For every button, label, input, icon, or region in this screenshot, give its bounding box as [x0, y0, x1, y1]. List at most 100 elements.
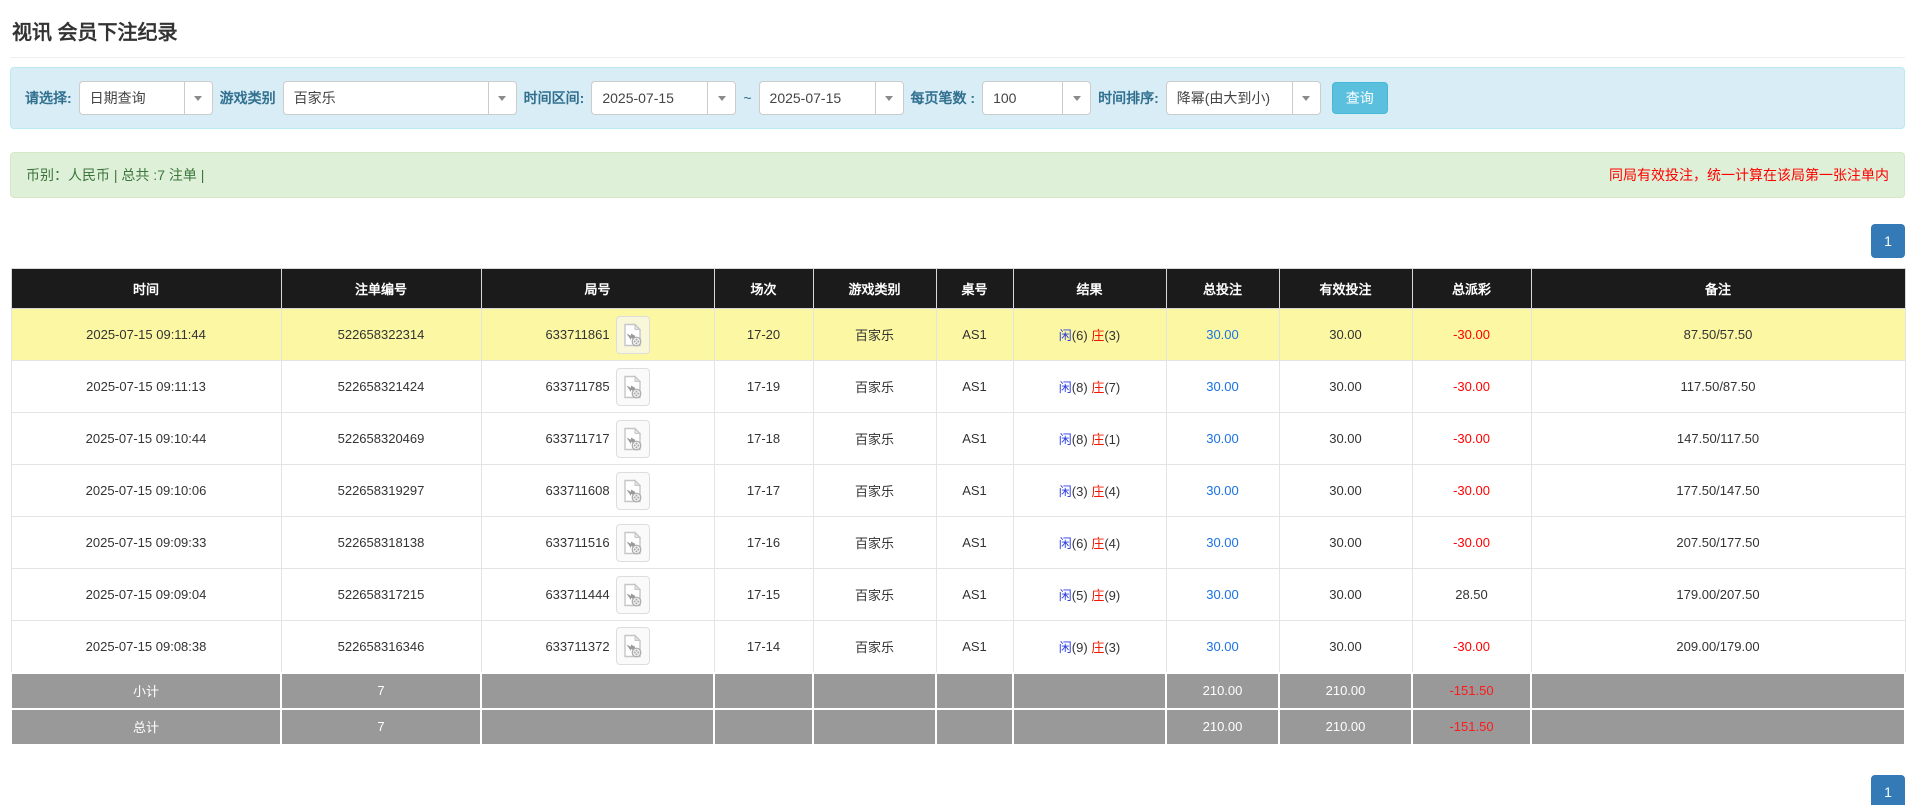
time-sort-input[interactable]	[1165, 81, 1292, 115]
banker-result: 庄	[1091, 380, 1105, 395]
page-title: 视讯 会员下注纪录	[10, 0, 1905, 58]
total-bet-link[interactable]: 30.00	[1206, 535, 1239, 550]
query-mode-input[interactable]	[78, 81, 184, 115]
cell-payout: -30.00	[1411, 412, 1532, 465]
cell-table-id: AS1	[935, 360, 1014, 413]
page-1-button[interactable]: 1	[1871, 774, 1905, 805]
cell-valid-bet: 30.00	[1278, 464, 1413, 517]
banker-result: 庄	[1091, 588, 1105, 603]
cell-game-type: 百家乐	[812, 568, 937, 621]
chevron-down-icon	[717, 95, 726, 101]
cell-payout: -30.00	[1411, 516, 1532, 569]
query-mode-combobox	[78, 81, 213, 115]
date-from-input[interactable]	[591, 81, 708, 115]
total-bet-link[interactable]: 30.00	[1206, 431, 1239, 446]
date-to-input[interactable]	[758, 81, 875, 115]
game-type-combobox	[282, 81, 517, 115]
cell-round-id: 633711444	[545, 587, 610, 602]
chevron-down-icon	[498, 95, 507, 101]
table-row: 2025-07-15 09:10:44 522658320469 6337117…	[10, 412, 1906, 465]
game-type-dropdown-button[interactable]	[487, 81, 517, 115]
player-result: 闲	[1058, 588, 1072, 603]
banker-points: (3)	[1104, 328, 1121, 343]
cell-bet-id: 522658321424	[280, 360, 482, 413]
cell-table-id: AS1	[935, 516, 1014, 569]
total-bet-link[interactable]: 30.00	[1206, 379, 1239, 394]
date-from-dropdown-button[interactable]	[707, 81, 737, 115]
date-from-combobox	[591, 81, 737, 115]
page-size-label: 每页笔数 :	[910, 90, 976, 106]
page-1-button[interactable]: 1	[1871, 224, 1905, 258]
cell-game-type: 百家乐	[812, 464, 937, 517]
filter-panel: 请选择: 游戏类别 时间区间: ~ 每页笔数 : 时间排序:	[10, 67, 1905, 129]
cell-remark: 147.50/117.50	[1530, 412, 1906, 465]
summary-bar: 币别：人民币 | 总共 :7 注单 | 同局有效投注，统一计算在该局第一张注单内	[10, 152, 1905, 198]
cell-table-id: AS1	[935, 568, 1014, 621]
video-file-icon	[623, 478, 641, 502]
total-bet-link[interactable]: 30.00	[1206, 587, 1239, 602]
game-type-input[interactable]	[282, 81, 488, 115]
time-sort-label: 时间排序:	[1098, 90, 1159, 106]
player-points: (6)	[1071, 328, 1088, 343]
cell-payout: -30.00	[1411, 308, 1532, 361]
cell-table-id: AS1	[935, 308, 1014, 361]
video-replay-button[interactable]	[615, 523, 650, 562]
cell-table-id: AS1	[935, 620, 1014, 673]
grand-total-valid-bet: 210.00	[1278, 707, 1413, 746]
pagination-top: 1	[10, 224, 1905, 258]
subtotal-total-bet: 210.00	[1165, 671, 1280, 710]
search-button[interactable]: 查询	[1331, 82, 1388, 114]
table-row: 2025-07-15 09:09:33 522658318138 6337115…	[10, 516, 1906, 569]
banker-points: (4)	[1104, 484, 1121, 499]
player-points: (6)	[1071, 536, 1088, 551]
page-size-combobox	[982, 81, 1092, 115]
video-replay-button[interactable]	[615, 315, 650, 354]
subtotal-count: 7	[280, 671, 482, 710]
cell-valid-bet: 30.00	[1278, 516, 1413, 569]
total-bet-link[interactable]: 30.00	[1206, 483, 1239, 498]
chevron-down-icon	[194, 95, 203, 101]
table-row: 2025-07-15 09:09:04 522658317215 6337114…	[10, 568, 1906, 621]
cell-game-type: 百家乐	[812, 516, 937, 569]
cell-time: 2025-07-15 09:09:04	[10, 568, 282, 621]
cell-payout: -30.00	[1411, 620, 1532, 673]
cell-time: 2025-07-15 09:10:06	[10, 464, 282, 517]
cell-remark: 117.50/87.50	[1530, 360, 1906, 413]
time-sort-dropdown-button[interactable]	[1291, 81, 1321, 115]
date-range-separator: ~	[743, 90, 752, 106]
date-to-dropdown-button[interactable]	[874, 81, 904, 115]
video-replay-button[interactable]	[615, 471, 650, 510]
cell-time: 2025-07-15 09:09:33	[10, 516, 282, 569]
table-header-row: 时间 注单编号 局号 场次 游戏类别 桌号 结果 总投注 有效投注 总派彩 备注	[10, 268, 1906, 309]
video-replay-button[interactable]	[615, 419, 650, 458]
cell-round-id: 633711861	[545, 327, 610, 342]
video-replay-button[interactable]	[615, 575, 650, 614]
page-size-dropdown-button[interactable]	[1062, 81, 1092, 115]
col-header-game-type: 游戏类别	[812, 268, 937, 309]
banker-points: (9)	[1104, 588, 1121, 603]
page-size-input[interactable]	[982, 81, 1063, 115]
game-type-label: 游戏类别	[219, 90, 276, 106]
cell-round-id: 633711516	[545, 535, 610, 550]
banker-result: 庄	[1091, 432, 1105, 447]
cell-table-id: AS1	[935, 464, 1014, 517]
cell-result: 闲(5) 庄(9)	[1012, 568, 1167, 621]
cell-time: 2025-07-15 09:11:44	[10, 308, 282, 361]
banker-points: (7)	[1104, 380, 1121, 395]
cell-bet-id: 522658319297	[280, 464, 482, 517]
cell-remark: 207.50/177.50	[1530, 516, 1906, 569]
cell-result: 闲(8) 庄(1)	[1012, 412, 1167, 465]
cell-result: 闲(3) 庄(4)	[1012, 464, 1167, 517]
cell-payout: -30.00	[1411, 464, 1532, 517]
query-mode-dropdown-button[interactable]	[183, 81, 213, 115]
col-header-bet-id: 注单编号	[280, 268, 482, 309]
cell-bet-id: 522658320469	[280, 412, 482, 465]
cell-result: 闲(8) 庄(7)	[1012, 360, 1167, 413]
player-result: 闲	[1058, 432, 1072, 447]
video-replay-button[interactable]	[615, 367, 650, 406]
video-file-icon	[623, 634, 641, 658]
video-replay-button[interactable]	[615, 627, 650, 666]
total-bet-link[interactable]: 30.00	[1206, 327, 1239, 342]
total-bet-link[interactable]: 30.00	[1206, 639, 1239, 654]
cell-round-id: 633711717	[545, 431, 610, 446]
